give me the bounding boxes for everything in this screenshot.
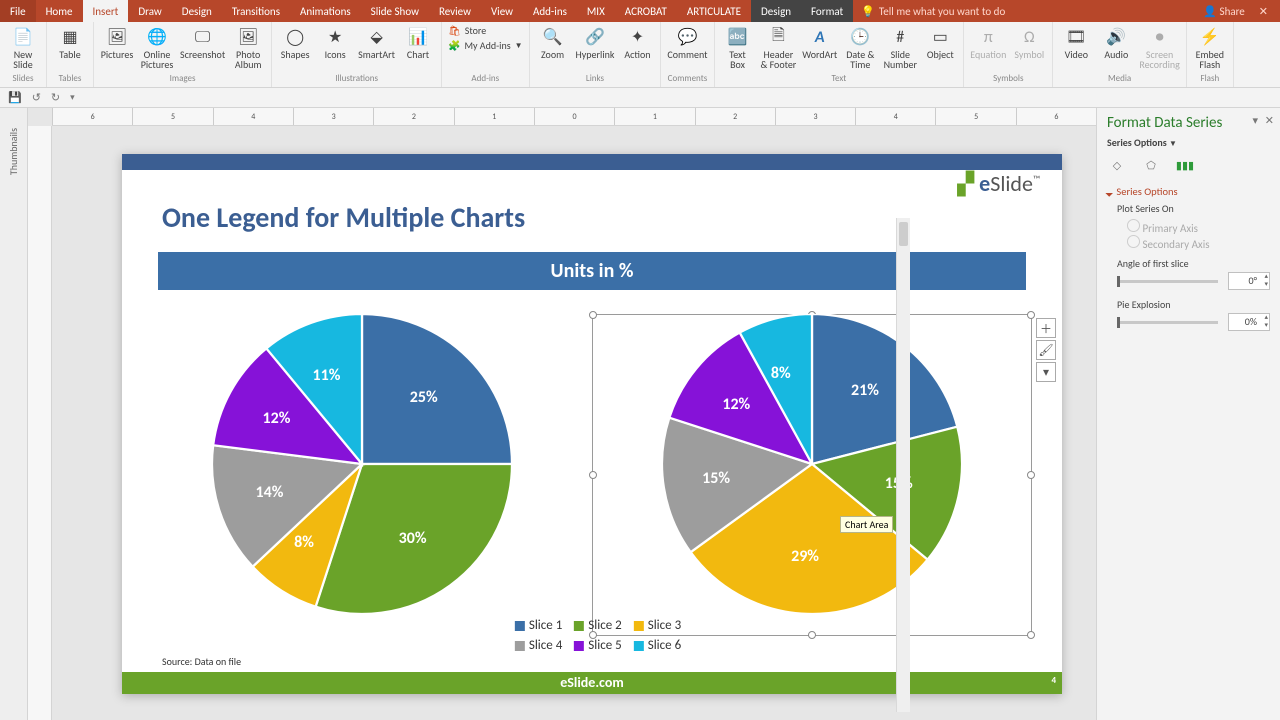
header-footer-button[interactable]: 🗎Header & Footer bbox=[761, 24, 797, 70]
brand-logo: ▞ eSlide™ bbox=[957, 170, 1040, 197]
screenshot-button[interactable]: 🖵Screenshot bbox=[180, 24, 225, 60]
tab-charttools-design[interactable]: Design bbox=[751, 0, 801, 22]
table-button[interactable]: ▦Table bbox=[53, 24, 87, 60]
store-button[interactable]: 🛍Store bbox=[448, 24, 523, 37]
pane-title: Format Data Series bbox=[1107, 114, 1270, 132]
wordart-button[interactable]: AWordArt bbox=[802, 24, 837, 60]
shared-legend: Slice 1Slice 2Slice 3Slice 4Slice 5Slice… bbox=[503, 616, 681, 656]
horizontal-ruler: 6543210123456 bbox=[52, 108, 1096, 126]
chart-button[interactable]: 📊Chart bbox=[401, 24, 435, 60]
tab-review[interactable]: Review bbox=[429, 0, 481, 22]
chart-styles-button[interactable]: 🖌 bbox=[1036, 340, 1056, 360]
series-options-icon[interactable]: ▮▮▮ bbox=[1175, 155, 1195, 175]
window-close-icon[interactable]: ✕ bbox=[1255, 5, 1272, 18]
photo-album-button[interactable]: 🖼Photo Album bbox=[231, 24, 265, 70]
online-pictures-button[interactable]: 🌐Online Pictures bbox=[140, 24, 174, 70]
tab-addins[interactable]: Add-ins bbox=[523, 0, 577, 22]
primary-axis-radio bbox=[1127, 219, 1140, 232]
tell-me[interactable]: 💡Tell me what you want to do bbox=[853, 0, 1013, 22]
tab-mix[interactable]: MIX bbox=[577, 0, 615, 22]
source-note: Source: Data on file bbox=[162, 655, 241, 668]
qat-undo-icon[interactable]: ↺ bbox=[32, 91, 41, 104]
tab-home[interactable]: Home bbox=[36, 0, 83, 22]
object-button[interactable]: ▭Object bbox=[923, 24, 957, 60]
equation-button: πEquation bbox=[970, 24, 1006, 60]
footer-bar: eSlide.com 4 bbox=[122, 672, 1062, 694]
quick-access-toolbar: 💾 ↺ ↻ ▾ bbox=[0, 88, 1280, 108]
pie-chart-left[interactable]: 25%30%8%14%12%11% bbox=[212, 314, 512, 614]
slide-accent-bar bbox=[122, 154, 1062, 170]
zoom-button[interactable]: 🔍Zoom bbox=[536, 24, 570, 60]
qat-save-icon[interactable]: 💾 bbox=[8, 91, 22, 104]
tab-charttools-format[interactable]: Format bbox=[801, 0, 853, 22]
fill-line-icon[interactable]: ◇ bbox=[1107, 155, 1127, 175]
angle-slider[interactable] bbox=[1117, 280, 1218, 283]
secondary-axis-radio bbox=[1127, 235, 1140, 248]
tab-animations[interactable]: Animations bbox=[290, 0, 361, 22]
chart-filters-button[interactable]: ▾ bbox=[1036, 362, 1056, 382]
chart-quick-actions: ＋ 🖌 ▾ bbox=[1036, 318, 1056, 382]
pane-menu-dropdown[interactable]: ▾ bbox=[1252, 114, 1258, 127]
ribbon: 📄New Slide Slides ▦Table Tables 🖼Picture… bbox=[0, 22, 1280, 88]
slide-title: One Legend for Multiple Charts bbox=[162, 200, 525, 235]
tab-transitions[interactable]: Transitions bbox=[222, 0, 290, 22]
explosion-value-input[interactable]: 0% bbox=[1228, 313, 1270, 331]
datetime-button[interactable]: 🕒Date & Time bbox=[843, 24, 877, 70]
tab-draw[interactable]: Draw bbox=[128, 0, 171, 22]
tab-design[interactable]: Design bbox=[172, 0, 222, 22]
vertical-ruler bbox=[28, 126, 52, 720]
format-data-series-pane: Format Data Series ▾ ✕ Series Options ▼ … bbox=[1096, 108, 1280, 720]
chart-elements-button[interactable]: ＋ bbox=[1036, 318, 1056, 338]
video-button[interactable]: 🎞Video bbox=[1059, 24, 1093, 60]
tab-view[interactable]: View bbox=[481, 0, 523, 22]
tab-insert[interactable]: Insert bbox=[83, 0, 129, 22]
slide-number-button[interactable]: #Slide Number bbox=[883, 24, 917, 70]
slide: One Legend for Multiple Charts ▞ eSlide™… bbox=[122, 154, 1062, 694]
smartart-button[interactable]: ⬙SmartArt bbox=[358, 24, 395, 60]
pie-chart-right[interactable]: 21%15%29%15%12%8% bbox=[662, 314, 962, 614]
effects-icon[interactable]: ⬠ bbox=[1141, 155, 1161, 175]
embed-flash-button[interactable]: ⚡Embed Flash bbox=[1193, 24, 1227, 70]
pictures-button[interactable]: 🖼Pictures bbox=[100, 24, 134, 60]
qat-redo-icon[interactable]: ↻ bbox=[51, 91, 60, 104]
vertical-scrollbar[interactable] bbox=[896, 218, 910, 712]
audio-button[interactable]: 🔊Audio bbox=[1099, 24, 1133, 60]
pane-close-icon[interactable]: ✕ bbox=[1265, 114, 1274, 127]
slide-canvas: 6543210123456 One Legend for Multiple Ch… bbox=[28, 108, 1096, 720]
series-options-section[interactable]: Series Options bbox=[1107, 185, 1270, 198]
symbol-button: ΩSymbol bbox=[1012, 24, 1046, 60]
textbox-button[interactable]: 🔤Text Box bbox=[721, 24, 755, 70]
tab-file[interactable]: File bbox=[0, 0, 36, 22]
screen-recording-button: ⏺Screen Recording bbox=[1139, 24, 1180, 70]
hyperlink-button[interactable]: 🔗Hyperlink bbox=[576, 24, 615, 60]
tab-articulate[interactable]: ARTICULATE bbox=[677, 0, 751, 22]
shapes-button[interactable]: ◯Shapes bbox=[278, 24, 312, 60]
action-button[interactable]: ✦Action bbox=[620, 24, 654, 60]
my-addins-button[interactable]: 🧩My Add-ins▼ bbox=[448, 39, 523, 52]
tab-acrobat[interactable]: ACROBAT bbox=[615, 0, 677, 22]
qat-more[interactable]: ▾ bbox=[70, 92, 75, 103]
tab-slideshow[interactable]: Slide Show bbox=[361, 0, 429, 22]
icons-button[interactable]: ★Icons bbox=[318, 24, 352, 60]
new-slide-button[interactable]: 📄New Slide bbox=[6, 24, 40, 70]
thumbnails-panel-collapsed[interactable]: Thumbnails bbox=[0, 108, 28, 720]
angle-value-input[interactable]: 0° bbox=[1228, 272, 1270, 290]
explosion-slider[interactable] bbox=[1117, 321, 1218, 324]
tooltip-chart-area: Chart Area bbox=[840, 516, 893, 533]
share-button[interactable]: 👤 Share bbox=[1203, 5, 1244, 18]
ribbon-tab-bar: File Home Insert Draw Design Transitions… bbox=[0, 0, 1280, 22]
comment-button[interactable]: 💬Comment bbox=[667, 24, 707, 60]
